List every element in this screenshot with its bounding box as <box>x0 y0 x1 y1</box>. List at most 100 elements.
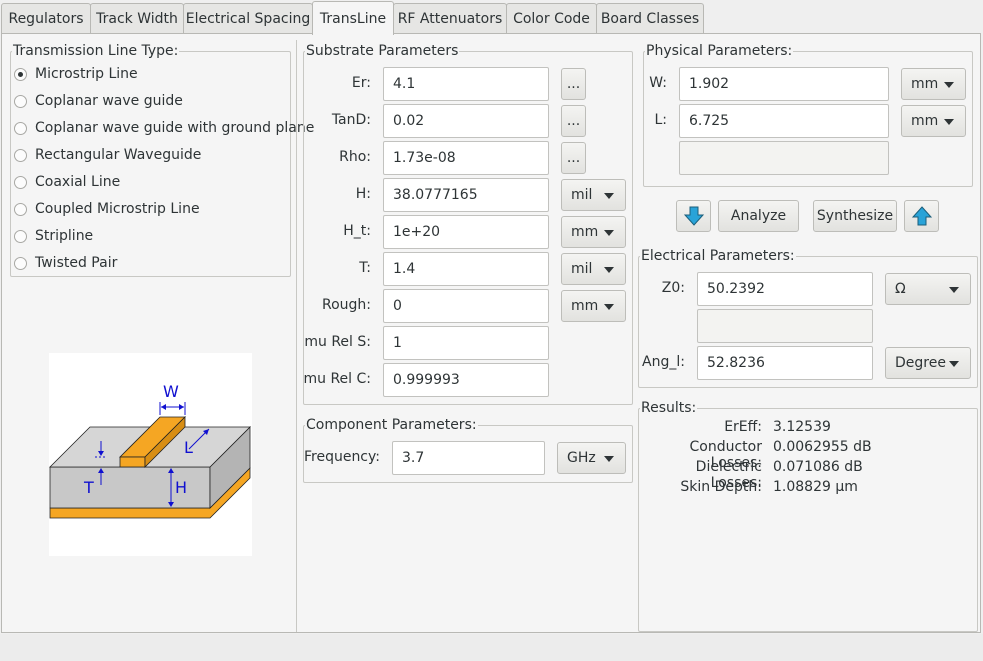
frequency-label: Frequency: <box>303 449 380 465</box>
radio-label: Stripline <box>35 228 94 244</box>
dim-h-label: H <box>175 478 187 497</box>
radio-icon <box>14 175 27 189</box>
radio-twisted-pair[interactable]: Twisted Pair <box>14 252 117 274</box>
l-label: L: <box>654 112 667 128</box>
tab-track-width[interactable]: Track Width <box>90 3 184 33</box>
tand-label: TanD: <box>331 112 371 128</box>
ht-input[interactable]: 1e+20 <box>383 215 549 249</box>
radio-coaxial-line[interactable]: Coaxial Line <box>14 171 120 193</box>
frequency-unit-select[interactable]: GHz <box>557 442 626 474</box>
chevron-down-icon <box>944 119 954 125</box>
arrow-down-icon <box>683 206 704 226</box>
result-label: Skin Depth: <box>680 479 762 495</box>
tab-bar: Regulators Track Width Electrical Spacin… <box>0 0 983 35</box>
substrate-title: Substrate Parameters <box>306 43 459 59</box>
status-bar <box>0 634 983 661</box>
tand-browse-button[interactable]: ... <box>561 105 586 137</box>
murels-label: mu Rel S: <box>304 334 371 350</box>
tab-board-classes[interactable]: Board Classes <box>596 3 704 33</box>
radio-rectangular-waveguide[interactable]: Rectangular Waveguide <box>14 144 201 166</box>
h-input[interactable]: 38.0777165 <box>383 178 549 212</box>
murelc-label: mu Rel C: <box>303 371 371 387</box>
murels-input[interactable]: 1 <box>383 326 549 360</box>
z0-unit-value: Ω <box>895 281 906 297</box>
dim-w-label: W <box>163 382 179 401</box>
t-unit-value: mil <box>571 261 593 277</box>
radio-stripline[interactable]: Stripline <box>14 225 93 247</box>
w-unit-value: mm <box>911 76 939 92</box>
z0-input[interactable]: 50.2392 <box>697 272 873 306</box>
chevron-down-icon <box>604 193 614 199</box>
tand-input[interactable]: 0.02 <box>383 104 549 138</box>
result-value: 3.12539 <box>773 419 831 435</box>
ht-unit-select[interactable]: mm <box>561 216 626 248</box>
l-input[interactable]: 6.725 <box>679 104 889 138</box>
rho-browse-button[interactable]: ... <box>561 142 586 174</box>
radio-icon <box>14 229 27 243</box>
murelc-input[interactable]: 0.999993 <box>383 363 549 397</box>
z0-unit-select[interactable]: Ω <box>885 273 971 305</box>
dim-l-label: L <box>184 438 193 457</box>
results-title: Results: <box>641 400 697 416</box>
radio-selected-icon <box>14 67 27 81</box>
physical-extra-field <box>679 141 889 175</box>
rough-input[interactable]: 0 <box>383 289 549 323</box>
radio-label: Rectangular Waveguide <box>35 147 202 163</box>
t-unit-select[interactable]: mil <box>561 253 626 285</box>
result-label: ErEff: <box>724 419 762 435</box>
radio-microstrip-line[interactable]: Microstrip Line <box>14 63 138 85</box>
chevron-down-icon <box>604 267 614 273</box>
w-unit-select[interactable]: mm <box>901 68 966 100</box>
synthesize-button[interactable]: Synthesize <box>813 200 897 232</box>
w-input[interactable]: 1.902 <box>679 67 889 101</box>
h-unit-value: mil <box>571 187 593 203</box>
line-type-title: Transmission Line Type: <box>13 43 179 59</box>
l-unit-select[interactable]: mm <box>901 105 966 137</box>
t-input[interactable]: 1.4 <box>383 252 549 286</box>
tab-rf-attenuators[interactable]: RF Attenuators <box>393 3 507 33</box>
analyze-arrow-button[interactable] <box>676 200 711 232</box>
dim-t-label: T <box>83 478 94 497</box>
angl-label: Ang_l: <box>642 354 685 370</box>
tab-electrical-spacing[interactable]: Electrical Spacing <box>183 3 313 33</box>
result-value: 0.071086 dB <box>773 459 863 475</box>
h-unit-select[interactable]: mil <box>561 179 626 211</box>
radio-label: Coplanar wave guide <box>35 93 183 109</box>
rough-unit-select[interactable]: mm <box>561 290 626 322</box>
result-value: 1.08829 µm <box>773 479 858 495</box>
electrical-title: Electrical Parameters: <box>641 248 795 264</box>
radio-icon <box>14 121 27 135</box>
er-browse-button[interactable]: ... <box>561 68 586 100</box>
chevron-down-icon <box>604 456 614 462</box>
angl-unit-select[interactable]: Degree <box>885 347 971 379</box>
analyze-button[interactable]: Analyze <box>718 200 799 232</box>
strip-front <box>119 456 146 468</box>
rough-label: Rough: <box>321 297 371 313</box>
rough-unit-value: mm <box>571 298 599 314</box>
radio-coplanar-ground[interactable]: Coplanar wave guide with ground plane <box>14 117 314 139</box>
rho-input[interactable]: 1.73e-08 <box>383 141 549 175</box>
tab-regulators[interactable]: Regulators <box>1 3 91 33</box>
radio-icon <box>14 202 27 216</box>
arrow-up-icon <box>911 206 932 226</box>
chevron-down-icon <box>604 230 614 236</box>
synthesize-arrow-button[interactable] <box>904 200 939 232</box>
angl-unit-value: Degree <box>895 355 946 371</box>
frequency-input[interactable]: 3.7 <box>392 441 545 475</box>
chevron-down-icon <box>604 304 614 310</box>
tab-color-code[interactable]: Color Code <box>506 3 597 33</box>
t-label: T: <box>359 260 371 276</box>
chevron-down-icon <box>949 287 959 293</box>
component-title: Component Parameters: <box>306 417 477 433</box>
radio-coplanar-wave-guide[interactable]: Coplanar wave guide <box>14 90 183 112</box>
radio-label: Coaxial Line <box>35 174 121 190</box>
radio-coupled-microstrip[interactable]: Coupled Microstrip Line <box>14 198 200 220</box>
er-input[interactable]: 4.1 <box>383 67 549 101</box>
tab-transline[interactable]: TransLine <box>312 1 394 35</box>
radio-label: Twisted Pair <box>35 255 118 271</box>
angl-input[interactable]: 52.8236 <box>697 346 873 380</box>
ht-unit-value: mm <box>571 224 599 240</box>
er-label: Er: <box>351 75 371 91</box>
radio-icon <box>14 94 27 108</box>
radio-label: Coupled Microstrip Line <box>35 201 200 217</box>
